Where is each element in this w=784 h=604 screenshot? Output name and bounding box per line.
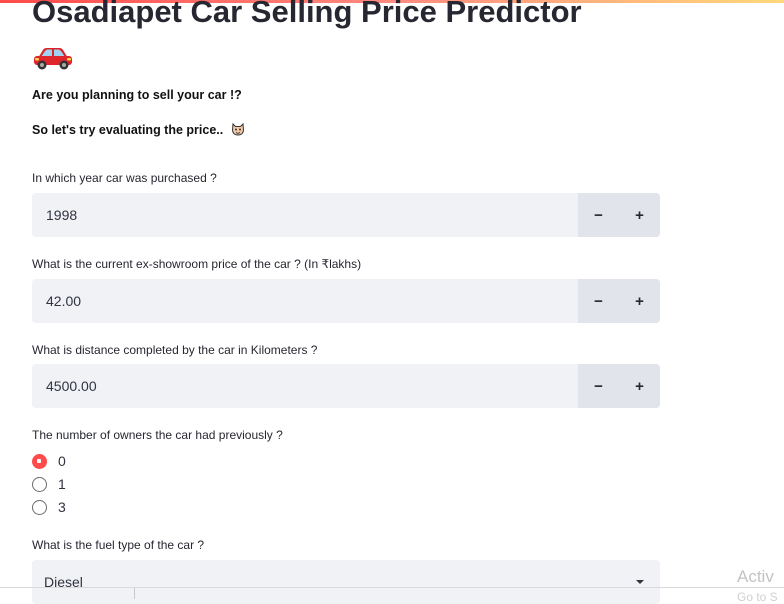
activation-watermark-sub: Go to S: [737, 590, 778, 604]
year-input: 1998 − +: [32, 193, 660, 237]
taskbar-divider: [0, 587, 784, 588]
activation-watermark: Activ: [737, 567, 774, 586]
year-value[interactable]: 1998: [32, 193, 578, 237]
taskbar-separator: [134, 588, 135, 599]
distance-value[interactable]: 4500.00: [32, 364, 578, 408]
intro-question: Are you planning to sell your car !?: [32, 88, 242, 102]
page-title: Osadiapet Car Selling Price Predictor: [32, 0, 582, 29]
intro-prompt: So let's try evaluating the price..: [32, 122, 245, 137]
owners-option-label: 3: [58, 499, 66, 515]
owners-option-label: 0: [58, 453, 66, 469]
radio-unchecked-icon[interactable]: [32, 476, 47, 492]
price-value[interactable]: 42.00: [32, 279, 578, 323]
fuel-label: What is the fuel type of the car ?: [32, 538, 205, 552]
intro-prompt-text: So let's try evaluating the price..: [32, 123, 224, 137]
distance-label: What is distance completed by the car in…: [32, 343, 318, 357]
year-increment-button[interactable]: +: [619, 193, 660, 237]
owners-option-label: 1: [58, 476, 66, 492]
face-emoji-icon: [231, 122, 244, 136]
chevron-down-icon: [636, 580, 644, 584]
price-label: What is the current ex-showroom price of…: [32, 257, 362, 271]
year-label: In which year car was purchased ?: [32, 171, 217, 185]
distance-decrement-button[interactable]: −: [578, 364, 619, 408]
distance-input: 4500.00 − +: [32, 364, 660, 408]
price-input: 42.00 − +: [32, 279, 660, 323]
radio-unchecked-icon[interactable]: [32, 499, 47, 515]
year-decrement-button[interactable]: −: [578, 193, 619, 237]
radio-checked-icon[interactable]: [32, 453, 47, 469]
price-decrement-button[interactable]: −: [578, 279, 619, 323]
owners-option-3[interactable]: 3: [32, 499, 66, 515]
price-increment-button[interactable]: +: [619, 279, 660, 323]
fuel-select[interactable]: Diesel: [32, 560, 660, 604]
owners-option-0[interactable]: 0: [32, 453, 66, 469]
owners-option-1[interactable]: 1: [32, 476, 66, 492]
owners-label: The number of owners the car had previou…: [32, 428, 283, 442]
distance-increment-button[interactable]: +: [619, 364, 660, 408]
car-icon: [34, 48, 72, 70]
